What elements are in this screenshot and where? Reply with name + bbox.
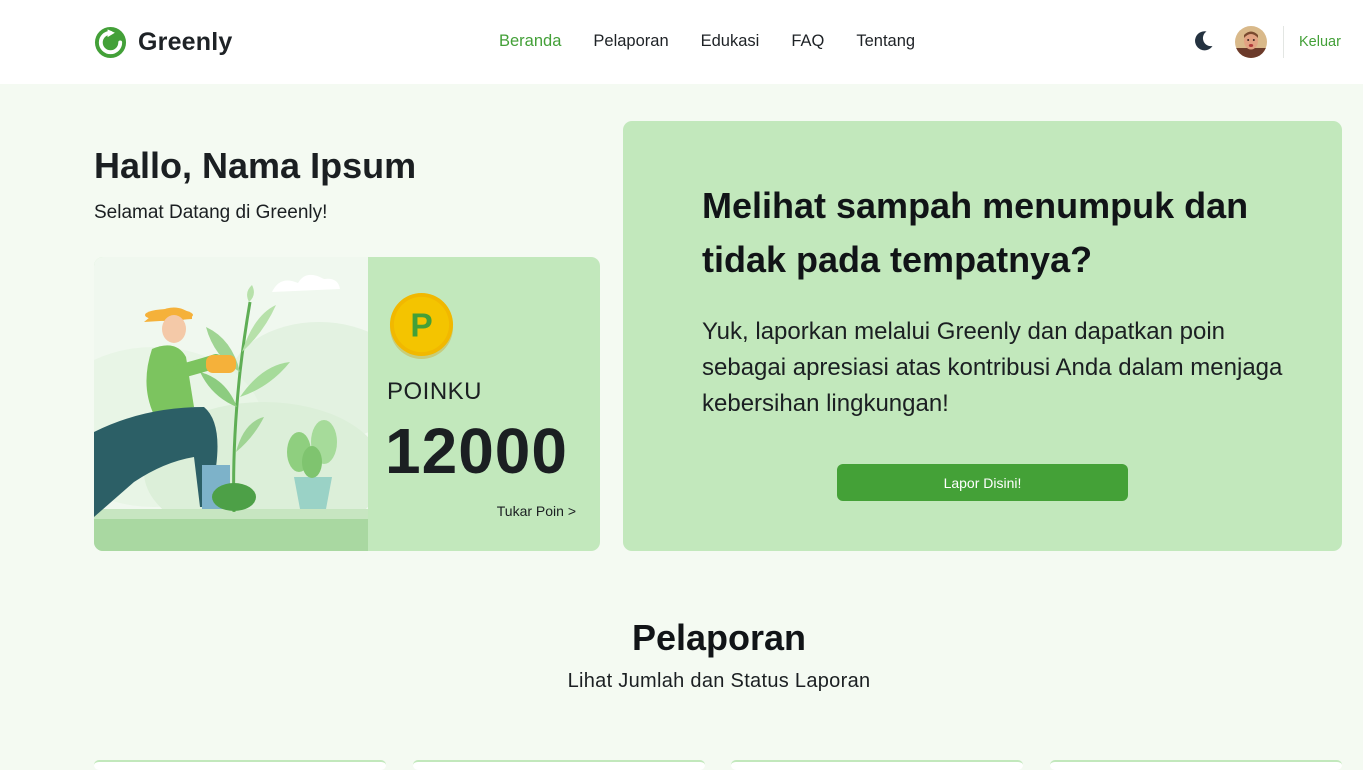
nav-tentang[interactable]: Tentang [856,32,915,51]
reports-section-subtitle: Lihat Jumlah dan Status Laporan [567,670,871,692]
gardener-illustration [94,257,368,551]
nav-edukasi[interactable]: Edukasi [701,32,760,51]
user-avatar-icon [1235,26,1267,58]
point-coin-icon: P [389,292,454,359]
nav-pelaporan[interactable]: Pelaporan [593,32,668,51]
nav-divider [1283,26,1284,58]
main-nav: Beranda Pelaporan Edukasi FAQ Tentang [499,32,947,51]
report-stat-card [1050,760,1342,770]
brand-logo-link[interactable]: Greenly [94,25,233,59]
coin-letter: P [410,307,432,344]
report-stat-card [413,760,705,770]
report-here-button[interactable]: Lapor Disini! [837,464,1128,501]
greeting-subtitle: Selamat Datang di Greenly! [94,202,328,223]
cta-description: Yuk, laporkan melalui Greenly dan dapatk… [702,318,1283,417]
nav-beranda[interactable]: Beranda [499,32,561,51]
recycle-logo-icon [94,26,127,58]
points-label: POINKU [387,378,483,405]
report-stat-card [731,760,1023,770]
logout-link[interactable]: Keluar [1299,34,1341,50]
navbar: Greenly Beranda Pelaporan Edukasi FAQ Te… [0,0,1363,84]
cta-title: Melihat sampah menumpuk dan tidak pada t… [702,185,1249,280]
points-value: 12000 [385,415,568,487]
brand-name: Greenly [138,27,233,56]
greeting-title: Hallo, Nama Ipsum [94,145,417,186]
reports-section-title: Pelaporan [631,617,807,658]
nav-faq[interactable]: FAQ [791,32,824,51]
redeem-points-link[interactable]: Tukar Poin > [497,503,576,519]
moon-icon[interactable] [1191,29,1215,53]
report-cta-card: Melihat sampah menumpuk dan tidak pada t… [623,121,1342,551]
report-stat-card [94,760,386,770]
avatar[interactable] [1235,26,1267,58]
points-card: P POINKU 12000 Tukar Poin > [94,257,600,551]
